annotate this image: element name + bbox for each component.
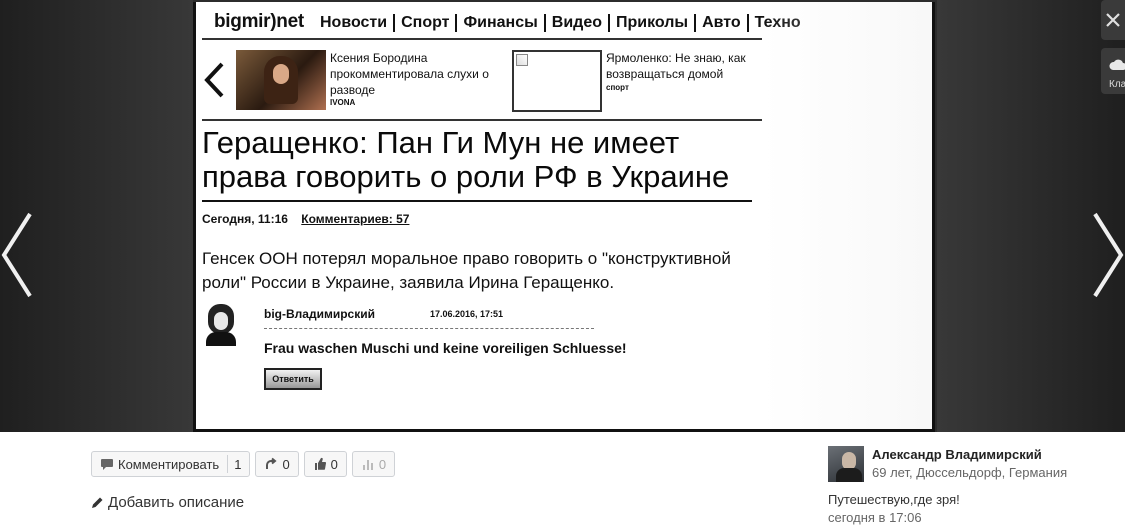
article-time: Сегодня, 11:16: [202, 212, 288, 226]
reshare-count: 0: [282, 456, 290, 472]
nav-item-finance: Финансы: [457, 14, 546, 32]
comment-date: 17.06.2016, 17:51: [430, 309, 504, 319]
related-news-item: Ксения Бородина прокомментировала слухи …: [330, 50, 500, 107]
owner-avatar[interactable]: [828, 446, 864, 482]
related-news-title: Ярмоленко: Не знаю, как возвращаться дом…: [606, 51, 746, 81]
comments-count-link: Комментариев: 57: [301, 212, 410, 226]
photo-viewer: Кла bigmir)net Новости Спорт Финансы Вид…: [0, 0, 1125, 432]
broken-image-icon: [516, 54, 528, 66]
close-button[interactable]: [1101, 0, 1125, 40]
like-icon: [314, 457, 326, 470]
site-logo: bigmir)net: [214, 11, 304, 32]
like-button[interactable]: 0: [303, 451, 347, 477]
chevron-left-icon: [204, 62, 224, 98]
comment-button[interactable]: Комментировать 1: [91, 451, 251, 477]
like-count: 0: [330, 456, 338, 472]
arrow-left-icon: [1, 212, 32, 298]
nav-item-auto: Авто: [696, 14, 749, 32]
close-icon: [1106, 13, 1120, 27]
thumbnail-face: [273, 64, 289, 84]
related-news-thumbnail: [236, 50, 326, 110]
header-divider: [202, 38, 762, 40]
nav-item-jokes: Приколы: [610, 14, 697, 32]
related-news-title: Ксения Бородина прокомментировала слухи …: [330, 51, 489, 97]
photo-actions-bar: Комментировать 1 0 0 0: [91, 451, 396, 477]
add-description-label: Добавить описание: [108, 494, 245, 511]
button-separator: [227, 455, 229, 473]
download-icon: [1109, 59, 1125, 70]
related-news-thumbnail-broken: [512, 50, 602, 112]
owner-info: 69 лет, Дюссельдорф, Германия: [872, 465, 1068, 480]
headline-divider: [202, 200, 752, 202]
carousel-prev-arrow: [202, 60, 228, 100]
reshare-icon: [266, 457, 277, 469]
previous-photo-button[interactable]: [0, 210, 40, 300]
related-news-source: IVONA: [330, 98, 356, 107]
related-news-carousel: Ксения Бородина прокомментировала слухи …: [202, 46, 762, 118]
photo-glare: [762, 2, 932, 429]
save-label: Кла: [1109, 79, 1125, 90]
nav-item-news: Новости: [320, 14, 396, 32]
site-nav: Новости Спорт Финансы Видео Приколы Авто…: [320, 14, 807, 32]
comment-author: big-Владимирский: [264, 307, 375, 321]
commenter-avatar: [202, 302, 240, 348]
stats-button[interactable]: 0: [351, 451, 396, 477]
owner-avatar-body: [836, 468, 862, 482]
nav-item-video: Видео: [546, 14, 610, 32]
next-photo-button[interactable]: [1085, 210, 1125, 300]
nav-item-sport: Спорт: [395, 14, 458, 32]
article-meta: Сегодня, 11:16 Комментариев: 57: [202, 212, 409, 226]
comment-text: Frau waschen Muschi und keine voreiligen…: [264, 340, 627, 356]
comment-button-label: Комментировать: [118, 456, 220, 472]
stats-icon: [362, 460, 373, 470]
photo[interactable]: bigmir)net Новости Спорт Финансы Видео П…: [193, 2, 935, 432]
comment-count: 1: [234, 456, 242, 472]
carousel-divider: [202, 119, 762, 121]
avatar-body: [206, 332, 236, 346]
reshare-button[interactable]: 0: [255, 451, 299, 477]
reader-comment: big-Владимирский 17.06.2016, 17:51 Frau …: [202, 302, 762, 402]
arrow-right-icon: [1093, 212, 1124, 298]
related-news-item: Ярмоленко: Не знаю, как возвращаться дом…: [606, 50, 766, 94]
owner-name-link[interactable]: Александр Владимирский: [872, 447, 1042, 462]
save-to-device-button[interactable]: Кла: [1101, 48, 1125, 94]
post-time: сегодня в 17:06: [828, 510, 922, 525]
related-news-source: спорт: [606, 83, 629, 92]
stats-count: 0: [378, 456, 387, 472]
pencil-icon: [92, 497, 103, 508]
owner-status: Путешествую,где зря!: [828, 492, 960, 507]
add-description-link[interactable]: Добавить описание: [91, 494, 244, 511]
article-headline: Геращенко: Пан Ги Мун не имеет права гов…: [202, 125, 730, 194]
comment-icon: [101, 459, 113, 470]
article-lead: Генсек ООН потерял моральное право говор…: [202, 249, 731, 292]
comment-reply-button: Ответить: [264, 368, 322, 390]
avatar-face: [214, 312, 228, 330]
comment-divider: [264, 328, 594, 329]
